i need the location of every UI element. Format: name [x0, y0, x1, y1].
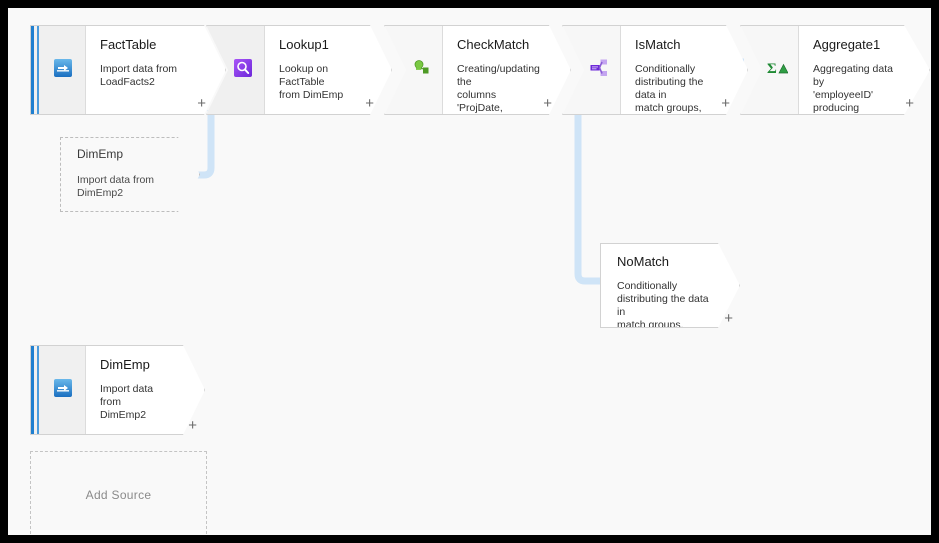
node-icon-container [385, 26, 443, 114]
lookup-magnifier-icon [233, 58, 253, 83]
node-facttable[interactable]: FactTable Import data from LoadFacts2 + [30, 25, 226, 115]
conditional-split-icon [589, 58, 609, 83]
add-next-step-button[interactable]: + [365, 96, 374, 111]
add-source-button[interactable]: Add Source [30, 451, 207, 535]
node-ismatch[interactable]: IsMatch Conditionally distributing the d… [562, 25, 748, 115]
aggregate-sigma-icon: Σ [766, 58, 788, 83]
add-next-step-button[interactable]: + [721, 96, 730, 111]
node-description: Creating/updating the columns 'ProjDate,… [457, 63, 540, 114]
node-dimemp-source[interactable]: DimEmp Import data from DimEmp2 + [30, 345, 205, 435]
node-lookup1[interactable]: Lookup1 Lookup on FactTable from DimEmp … [206, 25, 392, 115]
node-description: Lookup on FactTable from DimEmp [279, 63, 344, 101]
node-dimemp-ghost[interactable]: DimEmp Import data from DimEmp2 [60, 137, 200, 212]
node-title: DimEmp [77, 147, 124, 161]
add-source-label: Add Source [85, 488, 152, 502]
node-title: Aggregate1 [813, 37, 881, 52]
node-title: Lookup1 [279, 37, 329, 52]
node-description: Import data from DimEmp2 [77, 174, 155, 199]
connector-ismatch-to-nomatch [574, 108, 602, 285]
import-source-icon [53, 58, 73, 83]
node-icon-container [563, 26, 621, 114]
node-title: CheckMatch [457, 37, 530, 52]
node-nomatch[interactable]: NoMatch Conditionally distributing the d… [600, 243, 740, 328]
add-next-step-button[interactable]: + [197, 96, 206, 111]
node-title: IsMatch [635, 37, 681, 52]
node-aggregate1[interactable]: Σ Aggregate1 Aggregating data by 'employ… [740, 25, 930, 115]
data-flow-canvas[interactable]: FactTable Import data from LoadFacts2 + [8, 8, 931, 535]
node-icon-container [207, 26, 265, 114]
node-title: DimEmp [100, 357, 150, 372]
node-checkmatch[interactable]: CheckMatch Creating/updating the columns… [384, 25, 570, 115]
node-title: FactTable [100, 37, 157, 52]
add-next-step-button[interactable]: + [724, 311, 733, 326]
add-next-step-button[interactable]: + [543, 96, 552, 111]
node-description: Aggregating data by 'employeeID' produci… [813, 63, 893, 114]
node-description: Conditionally distributing the data in m… [635, 63, 704, 114]
node-description: Import data from DimEmp2 [100, 383, 154, 421]
import-source-icon [53, 378, 73, 403]
source-accent-stripe [31, 346, 40, 434]
data-flow-editor: FactTable Import data from LoadFacts2 + [0, 0, 939, 543]
derived-column-icon [411, 58, 431, 83]
node-icon-container: Σ [741, 26, 799, 114]
add-next-step-button[interactable]: + [188, 418, 197, 433]
source-accent-stripe [31, 26, 40, 114]
node-description: Import data from LoadFacts2 [100, 63, 178, 88]
node-title: NoMatch [617, 254, 670, 269]
svg-text:Σ: Σ [767, 61, 777, 77]
add-next-step-button[interactable]: + [905, 96, 914, 111]
node-description: Conditionally distributing the data in m… [617, 280, 709, 327]
